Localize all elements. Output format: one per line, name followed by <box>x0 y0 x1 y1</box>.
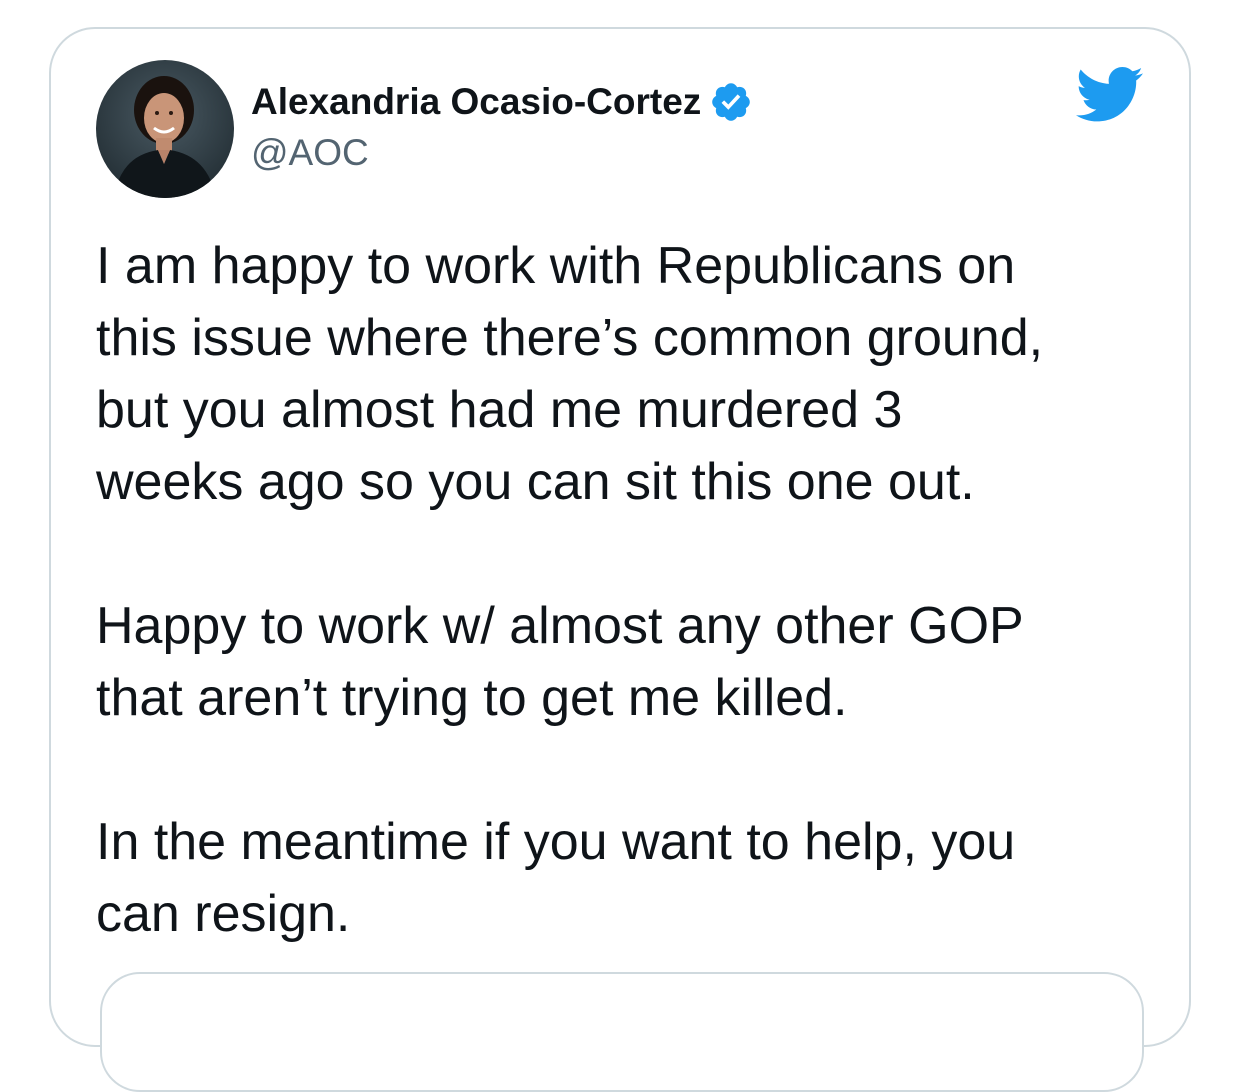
quoted-tweet-card[interactable] <box>100 972 1144 1092</box>
tweet-paragraph: In the meantime if you want to help, you… <box>96 806 1176 950</box>
author-name[interactable]: Alexandria Ocasio-Cortez <box>251 81 701 123</box>
text-line: this issue where there’s common ground, <box>96 309 1044 367</box>
author-name-row[interactable]: Alexandria Ocasio-Cortez <box>251 78 753 126</box>
text-line: I am happy to work with Republicans on <box>96 237 1016 295</box>
twitter-bird-icon[interactable] <box>1076 66 1144 124</box>
text-line: but you almost had me murdered 3 <box>96 381 903 439</box>
tweet-paragraph: Happy to work w/ almost any other GOP th… <box>96 590 1176 734</box>
text-line: Happy to work w/ almost any other GOP <box>96 597 1024 655</box>
text-line: can resign. <box>96 885 351 943</box>
avatar[interactable] <box>96 60 234 198</box>
tweet-paragraph: I am happy to work with Republicans on t… <box>96 230 1176 518</box>
tweet-text: I am happy to work with Republicans on t… <box>96 230 1176 950</box>
avatar-photo <box>96 60 234 198</box>
text-line: weeks ago so you can sit this one out. <box>96 453 975 511</box>
text-line: that aren’t trying to get me killed. <box>96 669 848 727</box>
text-line: In the meantime if you want to help, you <box>96 813 1016 871</box>
author-handle[interactable]: @AOC <box>251 132 369 174</box>
verified-badge-icon <box>709 80 753 124</box>
